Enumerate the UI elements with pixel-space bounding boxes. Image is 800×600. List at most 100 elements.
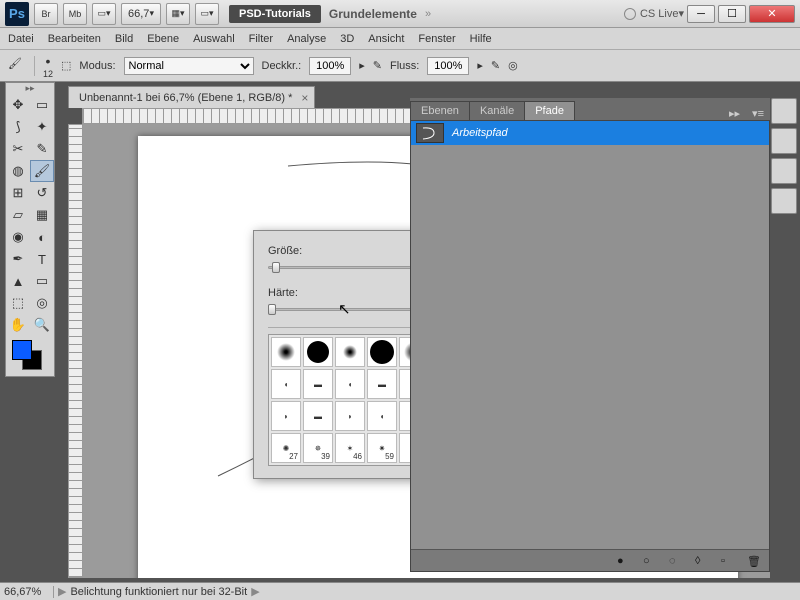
flow-flyout-icon[interactable]: ▸ [477, 59, 483, 72]
menubar: Datei Bearbeiten Bild Ebene Auswahl Filt… [0, 28, 800, 50]
eyedropper-tool[interactable]: ✎ [30, 138, 54, 160]
brush-preset[interactable]: ◗ [271, 401, 301, 431]
options-bar: 🖌 • 12 ⬚ Modus: Normal Deckkr.: ▸ ✎ Flus… [0, 50, 800, 82]
3d-tool[interactable]: ⬚ [6, 292, 30, 314]
gradient-tool[interactable]: ▦ [30, 204, 54, 226]
panel-footer: ● ○ ◌ ◊ ▫ 🗑 [411, 549, 769, 571]
bridge-button[interactable]: Br [34, 3, 58, 25]
status-zoom[interactable]: 66,67% [4, 586, 54, 598]
arrange-button[interactable]: ▦▾ [166, 3, 190, 25]
chevron-right-icon[interactable]: » [425, 8, 431, 20]
3d-camera-tool[interactable]: ◎ [30, 292, 54, 314]
path-to-selection-icon[interactable]: ◌ [669, 555, 681, 567]
brush-preset[interactable]: ◗ [335, 401, 365, 431]
menu-fenster[interactable]: Fenster [418, 33, 455, 45]
workspace-name[interactable]: Grundelemente [329, 7, 417, 21]
brush-preset[interactable]: ▬ [367, 369, 397, 399]
dock-icon-1[interactable] [771, 98, 797, 124]
fill-path-icon[interactable]: ● [617, 555, 629, 567]
blur-tool[interactable]: ◉ [6, 226, 30, 248]
minibridge-button[interactable]: Mb [63, 3, 87, 25]
brush-preset[interactable]: ◖ [367, 401, 397, 431]
dock-icon-4[interactable] [771, 188, 797, 214]
modus-label: Modus: [79, 60, 115, 72]
crop-tool[interactable]: ✂ [6, 138, 30, 160]
brush-preset[interactable]: ◖ [271, 369, 301, 399]
brush-preset[interactable]: ▬ [303, 369, 333, 399]
menu-ebene[interactable]: Ebene [147, 33, 179, 45]
status-flyout-icon[interactable]: ▶ [251, 585, 259, 598]
heal-tool[interactable]: ◍ [6, 160, 30, 182]
hand-tool[interactable]: ✋ [6, 314, 30, 336]
tab-ebenen[interactable]: Ebenen [410, 101, 470, 120]
status-menu-icon[interactable]: ▶ [58, 585, 66, 598]
maximize-button[interactable]: ☐ [718, 5, 746, 23]
lasso-tool[interactable]: ⟆ [6, 116, 30, 138]
menu-ansicht[interactable]: Ansicht [368, 33, 404, 45]
type-tool[interactable]: T [30, 248, 54, 270]
zoom-level[interactable]: 66,7 ▾ [121, 3, 161, 25]
history-brush-tool[interactable]: ↺ [30, 182, 54, 204]
opacity-flyout-icon[interactable]: ▸ [359, 59, 365, 72]
layout-button[interactable]: ▭▾ [92, 3, 116, 25]
panel-menu-icon[interactable]: ▾≡ [746, 107, 770, 120]
brush-preset[interactable]: ✶46 [335, 433, 365, 463]
brush-preset-picker[interactable]: • 12 [43, 53, 53, 79]
selection-to-path-icon[interactable]: ◊ [695, 555, 707, 567]
close-button[interactable]: ✕ [749, 5, 795, 23]
minimize-button[interactable]: ─ [687, 5, 715, 23]
tab-pfade[interactable]: Pfade [524, 101, 575, 120]
toolbox: ▸▸ ✥▭ ⟆✦ ✂✎ ◍🖌 ⊞↺ ▱▦ ◉◐ ✒T ▲▭ ⬚◎ ✋🔍 [5, 82, 55, 377]
brush-preset[interactable] [303, 337, 333, 367]
wand-tool[interactable]: ✦ [30, 116, 54, 138]
dock-icon-2[interactable] [771, 128, 797, 154]
path-select-tool[interactable]: ▲ [6, 270, 30, 292]
workspace-psd-tutorials[interactable]: PSD-Tutorials [229, 5, 321, 23]
brush-preset[interactable] [367, 337, 397, 367]
brush-preset[interactable]: ✺27 [271, 433, 301, 463]
cslive-button[interactable]: CS Live ▾ [624, 7, 684, 20]
zoom-tool[interactable]: 🔍 [30, 314, 54, 336]
menu-analyse[interactable]: Analyse [287, 33, 326, 45]
color-swatches[interactable] [6, 336, 54, 376]
menu-hilfe[interactable]: Hilfe [470, 33, 492, 45]
move-tool[interactable]: ✥ [6, 94, 30, 116]
menu-auswahl[interactable]: Auswahl [193, 33, 235, 45]
brush-preset[interactable] [335, 337, 365, 367]
brush-tool[interactable]: 🖌 [30, 160, 54, 182]
stroke-path-icon[interactable]: ○ [643, 555, 655, 567]
airbrush-icon[interactable]: ✎ [491, 59, 500, 72]
marquee-tool[interactable]: ▭ [30, 94, 54, 116]
flow-input[interactable] [427, 57, 469, 75]
brush-panel-toggle-icon[interactable]: ⬚ [61, 59, 71, 72]
menu-bearbeiten[interactable]: Bearbeiten [48, 33, 101, 45]
brush-preset[interactable] [271, 337, 301, 367]
pen-tool[interactable]: ✒ [6, 248, 30, 270]
close-tab-icon[interactable]: × [301, 91, 308, 105]
dock-icon-3[interactable] [771, 158, 797, 184]
blend-mode-select[interactable]: Normal [124, 57, 254, 75]
new-path-icon[interactable]: ▫ [721, 555, 733, 567]
shape-tool[interactable]: ▭ [30, 270, 54, 292]
path-item-arbeitspfad[interactable]: Arbeitspfad [411, 121, 769, 145]
stamp-tool[interactable]: ⊞ [6, 182, 30, 204]
menu-3d[interactable]: 3D [340, 33, 354, 45]
foreground-color[interactable] [12, 340, 32, 360]
menu-datei[interactable]: Datei [8, 33, 34, 45]
brush-preset[interactable]: ✵39 [303, 433, 333, 463]
eraser-tool[interactable]: ▱ [6, 204, 30, 226]
panel-collapse-icon[interactable]: ▸▸ [723, 107, 746, 120]
document-tab[interactable]: Unbenannt-1 bei 66,7% (Ebene 1, RGB/8) *… [68, 86, 315, 108]
brush-preset[interactable]: ▬ [303, 401, 333, 431]
menu-filter[interactable]: Filter [249, 33, 273, 45]
tab-kanaele[interactable]: Kanäle [469, 101, 525, 120]
dodge-tool[interactable]: ◐ [30, 226, 54, 248]
tablet-pressure-icon[interactable]: ◎ [508, 59, 518, 72]
delete-path-icon[interactable]: 🗑 [747, 555, 759, 567]
tablet-opacity-icon[interactable]: ✎ [373, 59, 382, 72]
brush-preset[interactable]: ✷59 [367, 433, 397, 463]
brush-preset[interactable]: ◖ [335, 369, 365, 399]
opacity-input[interactable] [309, 57, 351, 75]
menu-bild[interactable]: Bild [115, 33, 133, 45]
screenmode-button[interactable]: ▭▾ [195, 3, 219, 25]
